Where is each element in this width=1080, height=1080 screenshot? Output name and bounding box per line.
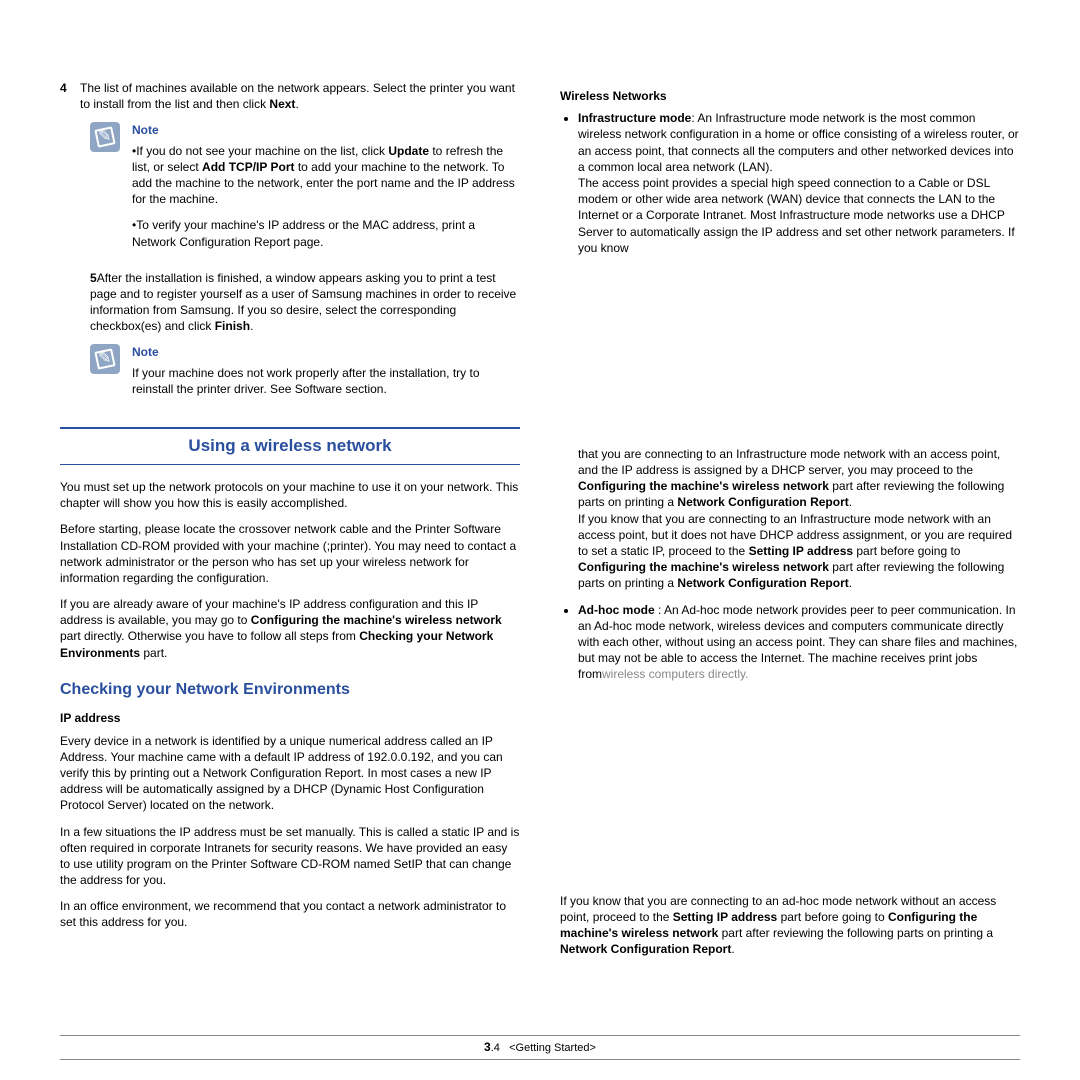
ip-p2: In a few situations the IP address must …: [60, 824, 520, 889]
adhoc-item: Ad-hoc mode : An Ad-hoc mode network pro…: [578, 602, 1020, 683]
infrastructure-item: Infrastructure mode: An Infrastructure m…: [578, 110, 1020, 256]
intro-p2: Before starting, please locate the cross…: [60, 521, 520, 586]
note-1-item-a: •If you do not see your machine on the l…: [132, 143, 520, 208]
note-2: Note If your machine does not work prope…: [90, 344, 520, 407]
topic-wireless-networks: Wireless Networks: [560, 88, 1020, 104]
step-4-text: The list of machines available on the ne…: [80, 80, 520, 112]
note-icon: [90, 122, 120, 152]
step-5: 5After the installation is finished, a w…: [90, 270, 520, 335]
gap: [560, 693, 1020, 893]
note-icon: [90, 344, 120, 374]
note-1: Note •If you do not see your machine on …: [90, 122, 520, 259]
intro-p1: You must set up the network protocols on…: [60, 479, 520, 511]
footer-section: <Getting Started>: [509, 1042, 596, 1054]
topic-ip-address: IP address: [60, 710, 520, 726]
note-1-content: Note •If you do not see your machine on …: [132, 122, 520, 259]
note-2-text: If your machine does not work properly a…: [132, 365, 520, 397]
note-2-content: Note If your machine does not work prope…: [132, 344, 520, 407]
wireless-list: Infrastructure mode: An Infrastructure m…: [560, 110, 1020, 256]
gap: [560, 266, 1020, 446]
chapter-number: 3: [484, 1040, 491, 1054]
intro-p3: If you are already aware of your machine…: [60, 596, 520, 661]
note-2-title: Note: [132, 344, 520, 360]
page-number: .4: [491, 1042, 500, 1054]
subsection-heading: Checking your Network Environments: [60, 679, 520, 701]
ip-p3: In an office environment, we recommend t…: [60, 898, 520, 930]
note-1-title: Note: [132, 122, 520, 138]
adhoc-continuation: If you know that you are connecting to a…: [560, 893, 1020, 958]
page-footer: 3.4 <Getting Started>: [60, 1035, 1020, 1060]
section-title: Using a wireless network: [60, 427, 520, 465]
left-column: 4 The list of machines available on the …: [60, 80, 520, 967]
right-column: Wireless Networks Infrastructure mode: A…: [560, 80, 1020, 967]
page: 4 The list of machines available on the …: [0, 0, 1080, 1007]
step-4-number: 4: [60, 80, 80, 112]
infra-continuation-1: that you are connecting to an Infrastruc…: [578, 446, 1020, 592]
step-4: 4 The list of machines available on the …: [60, 80, 520, 112]
ip-p1: Every device in a network is identified …: [60, 733, 520, 814]
note-1-item-b: •To verify your machine's IP address or …: [132, 217, 520, 249]
adhoc-list: Ad-hoc mode : An Ad-hoc mode network pro…: [560, 602, 1020, 683]
